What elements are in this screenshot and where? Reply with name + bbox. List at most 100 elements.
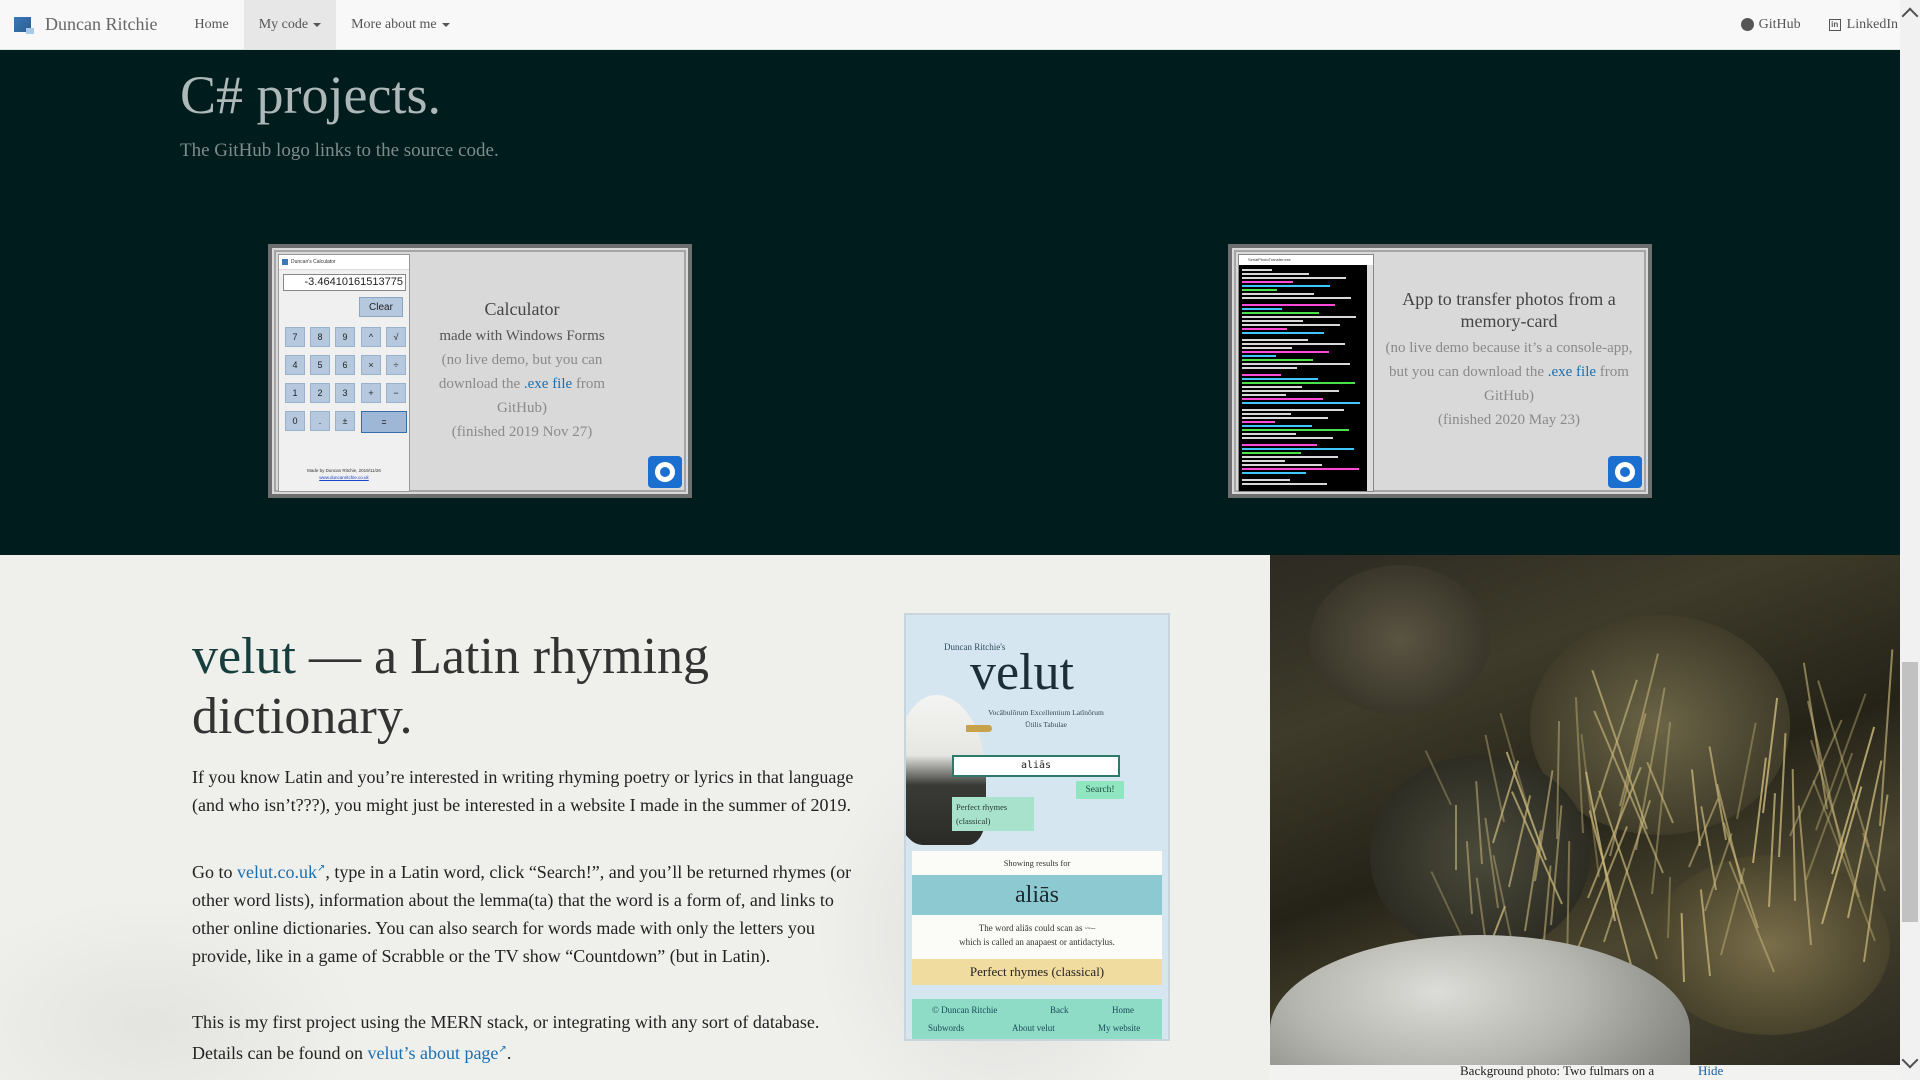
velut-results-panel: Showing results for aliās The word aliās… — [912, 851, 1162, 985]
project-finished-date: (finished 2020 May 23) — [1437, 412, 1581, 428]
console-line — [1242, 448, 1354, 450]
photo-caption: Background photo: Two fulmars on a — [1460, 1063, 1655, 1078]
console-line — [1242, 324, 1340, 326]
showing-results-label: Showing results for — [1003, 858, 1071, 868]
footer-about-link: About velut — [1012, 1023, 1055, 1033]
calculator-key: 7 — [285, 327, 305, 347]
nav-my-code-dropdown[interactable]: My code — [243, 0, 337, 49]
hide-caption-link[interactable]: Hide — [1698, 1063, 1723, 1079]
console-line — [1242, 464, 1322, 466]
velut-motto: Vocābulōrum Excellentium Latīnōrum Ūtili… — [988, 708, 1104, 729]
console-line — [1242, 460, 1285, 462]
page-scrollbar[interactable] — [1900, 0, 1920, 1080]
console-scrollbar — [1367, 265, 1373, 491]
project-card-calculator: Duncan's Calculator -3.46410161513775 Cl… — [268, 244, 692, 498]
calculator-screenshot: Duncan's Calculator -3.46410161513775 Cl… — [278, 254, 410, 492]
perfect-rhymes-heading: Perfect rhymes (classical) — [912, 959, 1162, 985]
nav-more-about-me-label: More about me — [351, 16, 437, 32]
console-line — [1242, 363, 1350, 365]
external-link-icon: ↗ — [498, 1044, 507, 1055]
scroll-up-arrow-icon[interactable] — [1901, 7, 1919, 25]
calculator-key: ^ — [361, 327, 381, 347]
console-line — [1242, 308, 1282, 310]
github-source-button[interactable] — [648, 456, 682, 488]
velut-footer: © Duncan Ritchie Back Home Subwords Abou… — [912, 999, 1162, 1039]
calculator-key: 2 — [310, 383, 330, 403]
calculator-equals-key: = — [361, 411, 407, 433]
console-line — [1242, 289, 1277, 291]
github-source-button[interactable] — [1608, 456, 1642, 488]
console-line — [1242, 452, 1301, 454]
footer-subwords-link: Subwords — [928, 1023, 965, 1033]
console-window-title: SerialPhotoTransfer.exe — [1239, 255, 1373, 265]
scroll-thumb[interactable] — [1902, 662, 1918, 922]
project-tech: made with Windows Forms — [439, 328, 605, 344]
searched-word: aliās — [912, 875, 1162, 915]
scansion-note: The word aliās could scan as ⏑⏑– which i… — [912, 915, 1162, 959]
console-line — [1242, 304, 1335, 306]
velut-section: velut — a Latin rhyming dictionary. If y… — [0, 555, 1900, 1080]
paragraph-text: Go to — [192, 862, 237, 882]
calculator-key: ± — [335, 411, 355, 431]
nav-linkedin-link[interactable]: in LinkedIn — [1815, 0, 1900, 49]
calculator-key: 9 — [335, 327, 355, 347]
calculator-key: × — [361, 355, 381, 375]
console-line — [1242, 281, 1293, 283]
caret-down-icon — [313, 22, 322, 27]
calculator-key: ÷ — [386, 355, 406, 375]
console-line — [1242, 483, 1327, 485]
github-icon — [655, 462, 675, 482]
console-line — [1242, 269, 1272, 271]
velut-title-accent: velut — [192, 628, 296, 685]
calculator-window-title: Duncan's Calculator — [279, 255, 409, 270]
velut-about-link[interactable]: velut’s about page — [367, 1043, 498, 1063]
project-title: Calculator — [484, 299, 560, 319]
console-line — [1242, 413, 1291, 415]
scroll-down-arrow-icon[interactable] — [1901, 1051, 1919, 1069]
calculator-key: 6 — [335, 355, 355, 375]
console-line — [1242, 339, 1308, 341]
console-line — [1242, 328, 1287, 330]
github-icon — [1615, 462, 1635, 482]
rock-shape — [1310, 565, 1490, 715]
console-line — [1242, 444, 1317, 446]
calculator-clear-key: Clear — [359, 297, 403, 317]
paragraph-text: . — [506, 1043, 512, 1063]
velut-search-button: Search! — [1076, 781, 1124, 799]
nav-github-link[interactable]: GitHub — [1727, 0, 1815, 49]
github-icon — [1740, 18, 1754, 31]
footer-website-link: My website — [1098, 1023, 1141, 1033]
velut-app-screenshot[interactable]: Duncan Ritchie's velut Vocābulōrum Excel… — [904, 613, 1170, 1041]
console-line — [1242, 273, 1309, 275]
velut-search-input: aliās — [952, 755, 1120, 777]
exe-file-link[interactable]: .exe file — [1548, 364, 1596, 380]
calculator-footer-link: www.duncanritchie.co.uk — [319, 475, 369, 480]
calculator-footer-credit: Made by Duncan Ritchie, 2019/11/26 — [307, 468, 381, 473]
nav-my-code-label: My code — [258, 16, 309, 32]
brand-link[interactable]: Duncan Ritchie — [0, 0, 179, 49]
calculator-key: − — [386, 383, 406, 403]
project-download-note: (no live demo, but you can download the … — [422, 348, 622, 420]
console-line — [1242, 417, 1328, 419]
velut-site-link[interactable]: velut.co.uk — [237, 862, 317, 882]
calculator-key: √ — [386, 327, 406, 347]
project-description: Calculator made with Windows Forms (no l… — [422, 298, 622, 444]
top-navbar: Duncan Ritchie Home My code More about m… — [0, 0, 1900, 50]
velut-logo: velut — [970, 644, 1074, 701]
console-line — [1242, 472, 1306, 474]
project-title: App to transfer photos from a memory-car… — [1402, 289, 1616, 331]
velut-usage-paragraph: Go to velut.co.uk↗, type in a Latin word… — [192, 855, 872, 970]
console-line — [1242, 456, 1338, 458]
exe-file-link[interactable]: .exe file — [524, 376, 572, 392]
console-line — [1242, 355, 1276, 357]
console-line — [1242, 437, 1333, 439]
velut-stack-paragraph: This is my first project using the MERN … — [192, 1008, 872, 1067]
scansion-line-1: The word aliās could scan as ⏑⏑– — [978, 923, 1096, 933]
console-line — [1242, 343, 1345, 345]
calculator-footer: Made by Duncan Ritchie, 2019/11/26 www.d… — [279, 467, 409, 481]
console-line — [1242, 316, 1356, 318]
nav-home[interactable]: Home — [179, 0, 243, 49]
project-finished-date: (finished 2019 Nov 27) — [451, 424, 593, 440]
nav-more-about-me-dropdown[interactable]: More about me — [336, 0, 465, 49]
